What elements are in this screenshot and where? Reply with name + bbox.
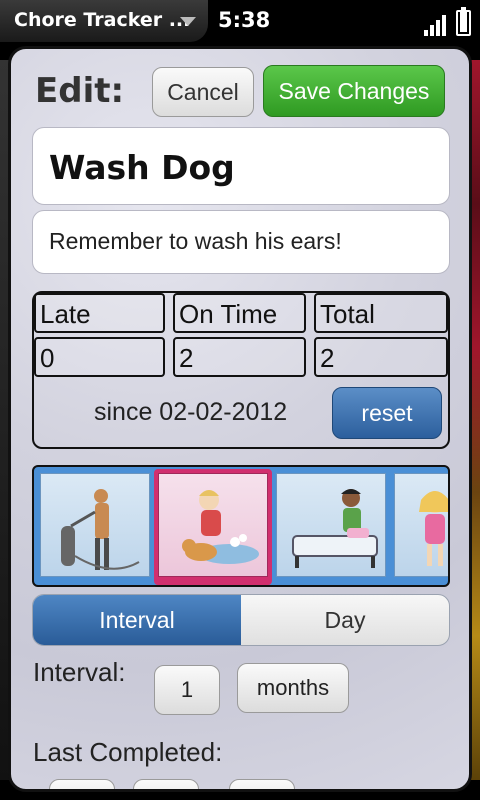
battery-icon <box>456 7 471 36</box>
girl-icon <box>419 491 448 566</box>
schedule-type-toggle[interactable]: Interval Day <box>32 594 450 646</box>
girl-image[interactable] <box>390 469 448 585</box>
interval-unit-picker[interactable]: months <box>237 663 349 713</box>
signal-icon <box>424 12 450 36</box>
on-time-header: On Time <box>173 293 306 333</box>
interval-label: Interval: <box>33 657 126 687</box>
clock: 5:38 <box>218 8 271 32</box>
total-value: 2 <box>314 337 448 377</box>
interval-value-picker[interactable]: 1 <box>154 665 220 715</box>
app-title: Chore Tracker ... <box>14 9 191 31</box>
late-value: 0 <box>34 337 165 377</box>
stats-panel: Late On Time Total 0 2 2 since 02-02-201… <box>32 291 450 449</box>
app-menu[interactable]: Chore Tracker ... <box>0 0 208 42</box>
save-button[interactable]: Save Changes <box>263 65 445 117</box>
chevron-down-icon <box>180 17 196 26</box>
make-bed-icon <box>292 489 378 568</box>
vacuum-image[interactable] <box>36 469 154 585</box>
image-picker[interactable] <box>32 465 450 587</box>
on-time-value: 2 <box>173 337 306 377</box>
make-bed-image[interactable] <box>272 469 390 585</box>
page-title: Edit: <box>35 71 125 111</box>
wash-dog-icon <box>182 490 259 564</box>
vacuum-icon <box>61 489 140 570</box>
chore-title-field[interactable]: Wash Dog <box>32 127 450 205</box>
since-date: since 02-02-2012 <box>94 398 288 426</box>
tab-day[interactable]: Day <box>241 595 449 645</box>
date-month-picker[interactable] <box>49 779 115 789</box>
cancel-button[interactable]: Cancel <box>152 67 254 117</box>
wash-dog-image[interactable] <box>154 469 272 585</box>
edit-card: Edit: Cancel Save Changes Wash Dog Remem… <box>8 46 472 792</box>
date-year-picker[interactable] <box>229 779 295 789</box>
total-header: Total <box>314 293 448 333</box>
last-completed-label: Last Completed: <box>33 737 223 767</box>
late-header: Late <box>34 293 165 333</box>
status-bar: Chore Tracker ... 5:38 <box>0 0 480 44</box>
date-day-picker[interactable] <box>133 779 199 789</box>
battery-level <box>460 12 467 32</box>
tab-interval[interactable]: Interval <box>33 595 241 645</box>
reset-button[interactable]: reset <box>332 387 442 439</box>
chore-note-field[interactable]: Remember to wash his ears! <box>32 210 450 274</box>
